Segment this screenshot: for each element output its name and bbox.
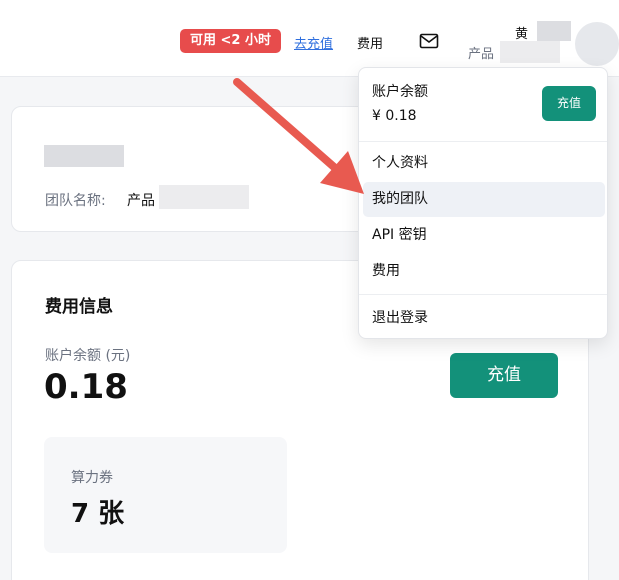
dropdown-recharge-button[interactable]: 充值 [542,86,596,121]
mail-icon[interactable] [419,33,439,49]
availability-badge: 可用 <2 小时 [180,29,281,53]
user-name: 黄 [515,27,529,42]
redacted-team-name [159,185,249,209]
team-name-value: 产品 [127,193,155,209]
dropdown-balance-value: ¥ 0.18 [372,108,417,124]
voucher-box: 算力券 7 张 [44,437,287,553]
balance-value: 0.18 [44,367,128,407]
recharge-button[interactable]: 充值 [450,353,558,398]
avatar[interactable] [575,22,619,66]
menu-item-logout[interactable]: 退出登录 [363,301,605,336]
recharge-link[interactable]: 去充值 [294,33,333,52]
voucher-value: 7 张 [71,499,125,529]
dropdown-balance-label: 账户余额 [372,84,428,100]
menu-item-my-team[interactable]: 我的团队 [363,182,605,217]
top-header: 可用 <2 小时 去充值 费用 黄 产品 [0,0,619,77]
divider [359,141,607,142]
fee-card-title: 费用信息 [45,297,113,317]
divider [359,294,607,295]
menu-item-api-keys[interactable]: API 密钥 [363,218,605,253]
menu-item-profile[interactable]: 个人资料 [363,146,605,181]
redacted-title [44,145,124,167]
voucher-label: 算力券 [71,470,113,486]
balance-label: 账户余额 (元) [45,348,131,364]
user-dropdown-menu: 账户余额 ¥ 0.18 充值 个人资料 我的团队 API 密钥 费用 退出登录 [358,67,608,339]
redacted-user-team [500,41,560,63]
team-name-label: 团队名称: [45,193,106,209]
user-team-name: 产品 [468,47,495,62]
fee-nav-link[interactable]: 费用 [357,33,383,52]
redacted-user-name [537,21,571,41]
menu-item-fees[interactable]: 费用 [363,254,605,289]
